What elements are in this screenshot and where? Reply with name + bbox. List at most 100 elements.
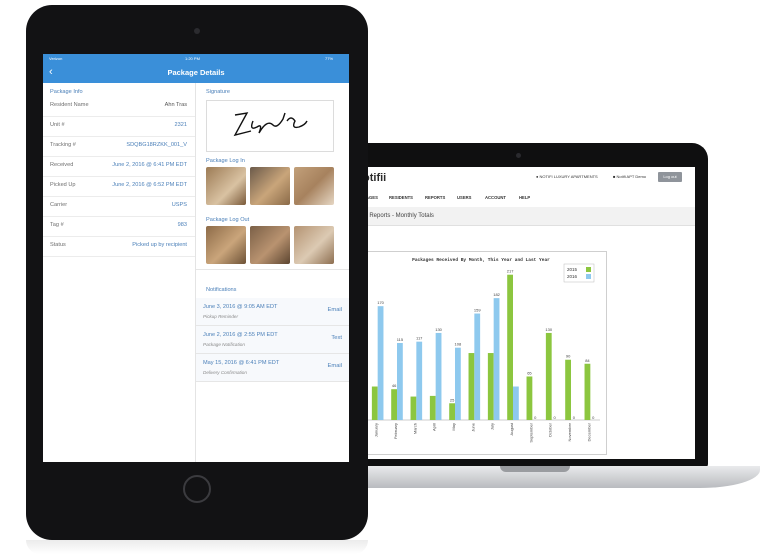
home-button[interactable] (183, 475, 211, 503)
laptop-camera (516, 153, 521, 158)
battery: 77% (325, 56, 334, 61)
carrier: Verizon (49, 56, 63, 61)
data-label: 90 (566, 354, 571, 359)
log-out-photo-2[interactable] (250, 226, 290, 264)
bar-2015-june (468, 353, 475, 420)
log-in-photo-3[interactable] (294, 167, 334, 205)
x-tick-label: February (393, 423, 398, 439)
notification-item[interactable]: June 3, 2016 @ 9:05 AM EDT Pickup Remind… (196, 298, 349, 326)
notification-item[interactable]: June 2, 2016 @ 2:55 PM EDT Package Notif… (196, 326, 349, 354)
data-label: 182 (493, 292, 500, 297)
page-title: Package Details (167, 68, 225, 77)
bar-2016-january (377, 306, 384, 420)
x-tick-label: January (374, 423, 379, 437)
data-label: 115 (397, 337, 404, 342)
log-out-photo-1[interactable] (206, 226, 246, 264)
data-label: 0 (553, 415, 556, 420)
bar-2015-may (449, 403, 455, 420)
x-tick-label: October (548, 422, 553, 437)
nav-reports[interactable]: REPORTS (425, 195, 445, 200)
info-row-carrier: Carrier USPS (43, 196, 195, 217)
data-label: 0 (592, 415, 595, 420)
data-label: 130 (435, 327, 442, 332)
notification-item[interactable]: May 15, 2016 @ 6:41 PM EDT Delivery Conf… (196, 354, 349, 382)
ipad-reflection (26, 540, 368, 554)
bar-2016-august (513, 386, 519, 420)
x-tick-label: December (586, 422, 591, 441)
monthly-bar-chart: Packages Received By Month, This Year an… (368, 257, 600, 443)
info-row-resident: Resident Name Ahn Tras (43, 96, 195, 117)
bar-2015-january (371, 386, 378, 420)
log-in-photo-2[interactable] (250, 167, 290, 205)
data-label: 46 (392, 383, 397, 388)
bar-2015-october (545, 332, 552, 420)
info-row-tracking: Tracking # SDQBG18RZKK_001_V (43, 136, 195, 157)
bar-2016-july (493, 298, 500, 420)
signature-image (206, 100, 334, 152)
x-tick-label: July (490, 423, 495, 430)
laptop-screen: otifii ● NOTIFI LUXURY APARTMENTS ■ Noti… (345, 167, 695, 459)
nav-residents[interactable]: RESIDENTS (389, 195, 413, 200)
signature-scribble (233, 112, 308, 137)
bar-2016-april (435, 332, 442, 420)
info-row-received: Received June 2, 2016 @ 6:41 PM EDT (43, 156, 195, 177)
log-out-photo-3[interactable] (294, 226, 334, 264)
legend-label-2016: 2016 (567, 274, 578, 279)
apartment-name: ● NOTIFI LUXURY APARTMENTS (536, 174, 598, 179)
bar-2016-june (474, 313, 481, 420)
laptop-notch (500, 466, 570, 472)
package-info-pane: Package Info Resident Name Ahn Tras Unit … (43, 83, 196, 462)
bar-2015-august (507, 274, 513, 420)
report-title: ge Reports - Monthly Totals (361, 213, 434, 219)
reports-subheader: ge Reports - Monthly Totals (345, 207, 695, 226)
data-label: 117 (416, 336, 423, 341)
x-tick-label: April (432, 423, 437, 431)
bar-2015-february (391, 389, 397, 420)
package-log-out-label: Package Log Out (206, 217, 250, 223)
x-tick-label: May (451, 423, 456, 431)
divider (196, 269, 349, 270)
data-label: 159 (474, 308, 481, 313)
x-tick-label: March (412, 423, 417, 434)
package-media-pane: Signature Package Log In Package Log Out… (196, 83, 349, 462)
logout-button[interactable]: Log out (658, 172, 682, 182)
bar-2015-march (410, 396, 417, 420)
bar-2015-april (429, 395, 436, 420)
ipad-camera (194, 28, 200, 34)
navigation-bar: ‹ Package Details (43, 63, 349, 83)
nav-users[interactable]: USERS (457, 195, 471, 200)
data-label: 108 (455, 342, 462, 347)
nav-account[interactable]: ACCOUNT (485, 195, 506, 200)
chart-frame: Packages Received By Month, This Year an… (355, 251, 607, 455)
info-row-status: Status Picked up by recipient (43, 236, 195, 257)
x-tick-label: September (528, 422, 533, 442)
data-label: 84 (585, 358, 590, 363)
bar-2015-november (565, 359, 571, 420)
clock: 1:20 PM (185, 56, 200, 61)
laptop-header: otifii ● NOTIFI LUXURY APARTMENTS ■ Noti… (345, 167, 695, 190)
data-label: 25 (450, 397, 455, 402)
info-row-picked-up: Picked Up June 2, 2016 @ 6:52 PM EDT (43, 176, 195, 197)
bar-2015-december (584, 363, 591, 420)
signature-label: Signature (206, 89, 230, 95)
chart-title: Packages Received By Month, This Year an… (412, 257, 550, 263)
bar-2015-september (526, 376, 533, 420)
user-name[interactable]: ■ Notifi APT Demo (613, 174, 646, 179)
x-tick-label: November (567, 422, 572, 441)
status-bar: Verizon 1:20 PM 77% (43, 54, 349, 63)
x-tick-label: August (509, 422, 514, 435)
bar-2015-july (487, 353, 494, 420)
laptop-nav: KAGES RESIDENTS REPORTS USERS ACCOUNT HE… (345, 189, 695, 208)
data-label: 0 (573, 415, 576, 420)
bar-2016-february (397, 343, 403, 420)
data-label: 65 (527, 370, 532, 375)
x-tick-label: June (470, 422, 475, 431)
log-in-photo-1[interactable] (206, 167, 246, 205)
legend-swatch-2015 (586, 267, 591, 272)
nav-help[interactable]: HELP (519, 195, 530, 200)
data-label: 0 (534, 415, 537, 420)
bar-2016-march (416, 341, 423, 420)
ipad-screen: Verizon 1:20 PM 77% ‹ Package Details Pa… (43, 54, 349, 462)
package-info-header: Package Info (50, 89, 83, 95)
notifications-label: Notifications (206, 287, 237, 293)
